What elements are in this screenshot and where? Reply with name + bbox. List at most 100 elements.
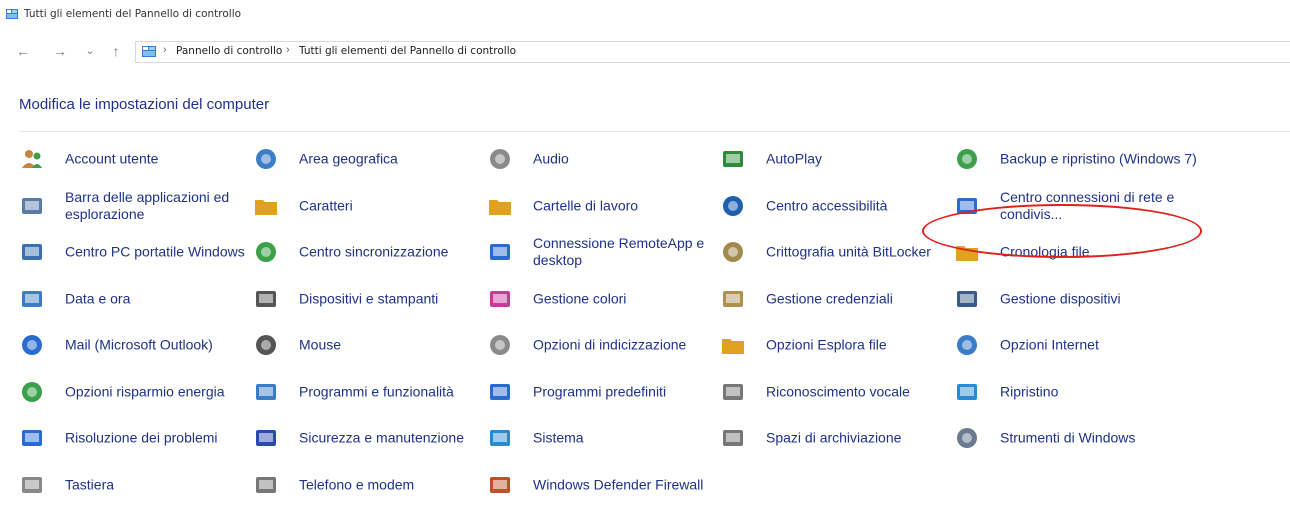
address-bar[interactable]: › Pannello di controllo › Tutti gli elem… [135,41,1290,63]
control-panel-item[interactable]: Centro accessibilità [720,184,948,228]
control-panel-item[interactable]: Tastiera [19,463,247,507]
item-label: Centro accessibilità [766,197,888,214]
control-panel-item[interactable]: Backup e ripristino (Windows 7) [954,137,1197,181]
page-heading: Modifica le impostazioni del computer [19,96,270,113]
control-panel-item[interactable]: Programmi e funzionalità [253,370,481,414]
item-label: Telefono e modem [299,476,415,493]
forward-icon[interactable]: → [51,42,69,60]
control-panel-item[interactable]: Dispositivi e stampanti [253,277,481,321]
globe-clock-icon [256,149,276,169]
item-label: Ripristino [1000,383,1059,400]
phone-icon [256,477,276,493]
tools-icon [957,428,977,448]
control-panel-icon [142,46,156,57]
item-label: Barra delle applicazioni ed esplorazione [65,189,230,222]
control-panel-item[interactable]: Barra delle applicazioni ed esplorazione [19,184,247,228]
control-panel-icon [6,9,18,19]
control-panel-item[interactable]: Centro sincronizzazione [253,230,481,274]
keyboard-icon [22,477,42,493]
device-manager-icon [957,291,977,307]
internet-options-icon [957,335,977,355]
item-label: Gestione dispositivi [1000,290,1121,307]
control-panel-item[interactable]: Gestione credenziali [720,277,948,321]
mobility-icon [22,244,42,260]
control-panel-item[interactable]: Strumenti di Windows [954,416,1182,460]
recent-locations-icon[interactable]: ⌄ [81,42,99,60]
item-label: Opzioni Internet [1000,336,1099,353]
programs-icon [256,384,276,400]
item-label: Crittografia unità BitLocker [766,243,931,260]
item-label: Centro PC portatile Windows [65,243,245,260]
control-panel-item[interactable]: Gestione dispositivi [954,277,1182,321]
item-label: Backup e ripristino (Windows 7) [1000,150,1197,167]
breadcrumb-separator[interactable]: › [163,44,167,56]
flag-icon [256,430,276,446]
control-panel-item[interactable]: Connessione RemoteApp e desktop [487,230,715,274]
control-panel-item[interactable]: Spazi di archiviazione [720,416,948,460]
taskbar-icon [22,198,42,214]
breadcrumb-all-items[interactable]: Tutti gli elementi del Pannello di contr… [299,45,516,57]
control-panel-item[interactable]: Riconoscimento vocale [720,370,948,414]
control-panel-item[interactable]: Crittografia unità BitLocker [720,230,948,274]
remote-desktop-icon [490,244,510,260]
item-label: Gestione colori [533,290,627,307]
control-panel-item[interactable]: Caratteri [253,184,481,228]
speaker-icon [490,149,510,169]
control-panel-item[interactable]: Opzioni di indicizzazione [487,323,715,367]
control-panel-item[interactable]: Sicurezza e manutenzione [253,416,481,460]
printer-icon [256,291,276,307]
troubleshoot-icon [22,430,42,446]
item-label: Risoluzione dei problemi [65,429,218,446]
item-label: Audio [533,150,569,167]
item-label: Opzioni di indicizzazione [533,336,687,353]
control-panel-item[interactable]: Centro PC portatile Windows [19,230,247,274]
control-panel-item[interactable]: Account utente [19,137,247,181]
credentials-icon [723,291,743,307]
mouse-icon [256,335,276,355]
item-label: Cartelle di lavoro [533,197,639,214]
work-folders-icon [489,200,511,215]
item-label: Sicurezza e manutenzione [299,429,464,446]
control-panel-item[interactable]: Gestione colori [487,277,715,321]
item-label: Opzioni Esplora file [766,336,887,353]
breadcrumb-control-panel[interactable]: Pannello di controllo [176,45,282,57]
item-label: Centro sincronizzazione [299,243,449,260]
mail-icon [22,335,42,355]
control-panel-item[interactable]: Sistema [487,416,715,460]
control-panel-item[interactable]: Telefono e modem [253,463,481,507]
control-panel-item[interactable]: Centro connessioni di rete e condivis... [954,184,1182,228]
control-panel-item[interactable]: Opzioni Internet [954,323,1182,367]
control-panel-item[interactable]: Opzioni Esplora file [720,323,948,367]
control-panel-item[interactable]: Ripristino [954,370,1182,414]
breadcrumb-separator[interactable]: › [286,44,290,56]
control-panel-item[interactable]: Area geografica [253,137,481,181]
item-label: Opzioni risparmio energia [65,383,225,400]
control-panel-item[interactable]: AutoPlay [720,137,948,181]
item-label: Sistema [533,429,584,446]
divider [19,131,1290,132]
control-panel-item[interactable]: Audio [487,137,715,181]
control-panel-item[interactable]: Cronologia file [954,230,1182,274]
bitlocker-icon [723,242,743,262]
item-label: Tastiera [65,476,115,493]
item-label: Cronologia file [1000,243,1090,260]
autoplay-icon [723,151,743,167]
item-label: Spazi di archiviazione [766,429,902,446]
backup-icon [957,149,977,169]
control-panel-item[interactable]: Data e ora [19,277,247,321]
system-icon [490,430,510,446]
control-panel-item[interactable]: Windows Defender Firewall [487,463,715,507]
back-icon[interactable]: ← [14,42,32,60]
control-panel-item[interactable]: Mouse [253,323,481,367]
control-panel-item[interactable]: Risoluzione dei problemi [19,416,247,460]
control-panel-item[interactable]: Cartelle di lavoro [487,184,715,228]
control-panel-item[interactable]: Programmi predefiniti [487,370,715,414]
network-icon [957,198,977,214]
control-panel-item[interactable]: Opzioni risparmio energia [19,370,247,414]
up-icon[interactable]: ↑ [107,42,125,60]
control-panel-item[interactable]: Mail (Microsoft Outlook) [19,323,247,367]
item-label: Data e ora [65,290,131,307]
window-titlebar: Tutti gli elementi del Pannello di contr… [0,0,1290,34]
file-history-icon [956,246,978,261]
fonts-icon [255,200,277,215]
